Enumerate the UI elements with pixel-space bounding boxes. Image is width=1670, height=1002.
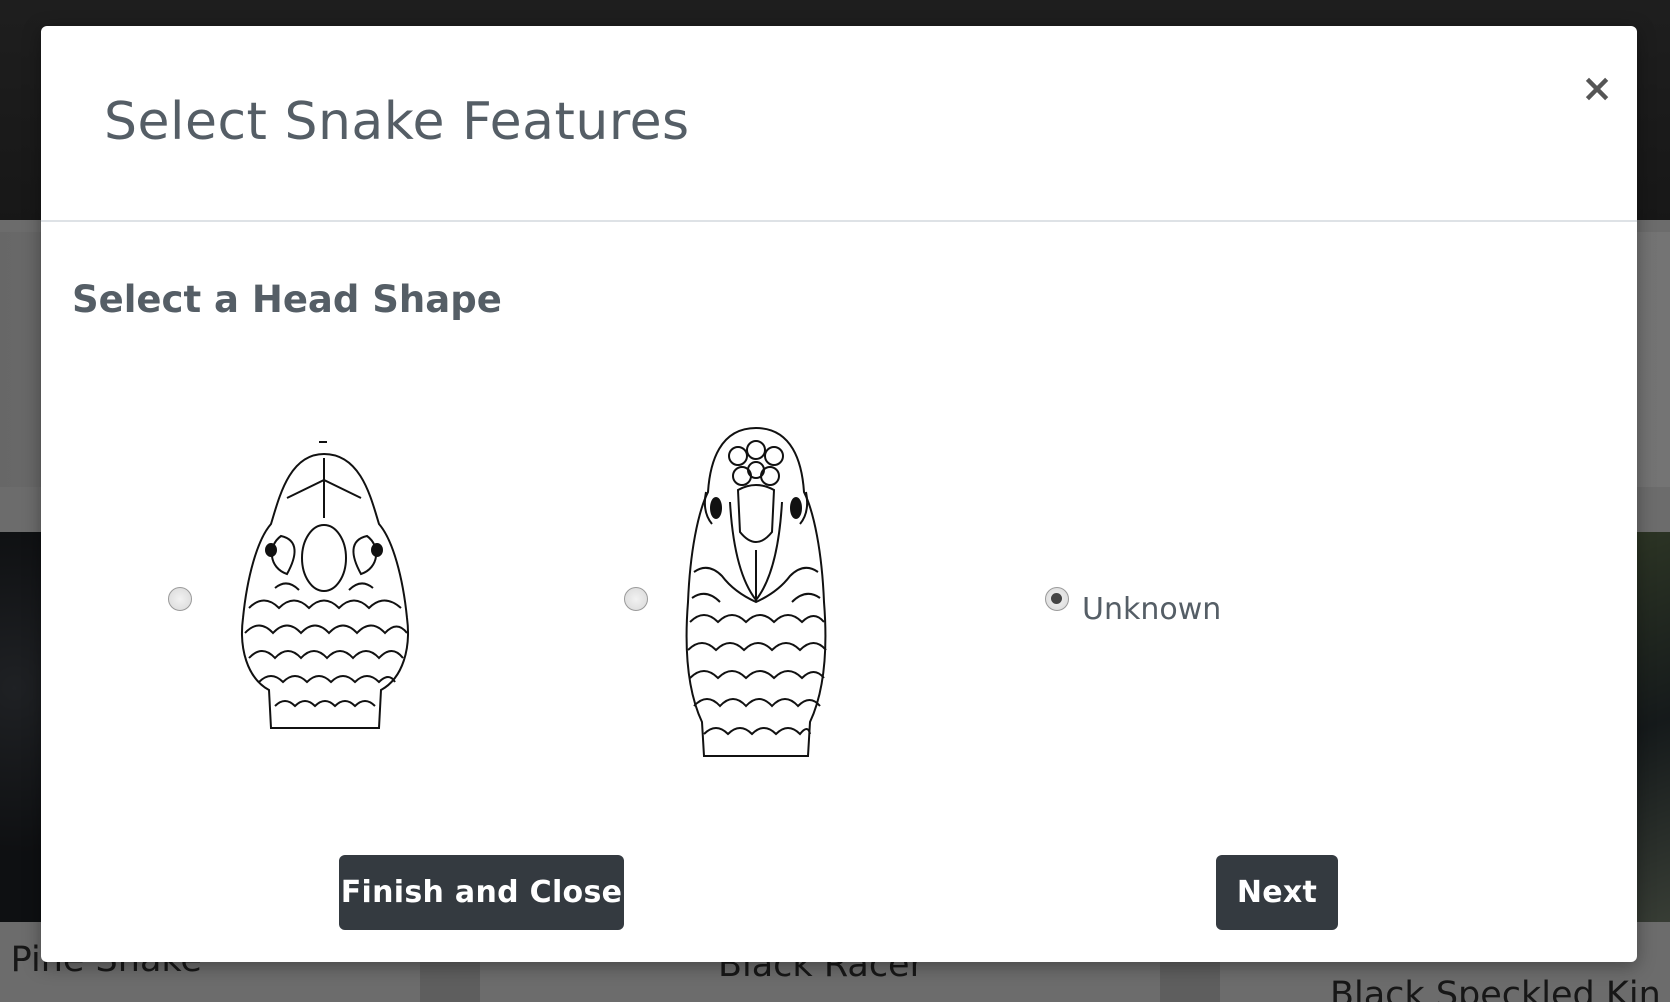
head-shape-radio-narrow[interactable] xyxy=(624,587,648,611)
finish-and-close-button[interactable]: Finish and Close xyxy=(339,855,624,930)
next-button[interactable]: Next xyxy=(1216,855,1338,930)
snake-head-narrow-icon[interactable] xyxy=(676,422,836,760)
modal-title: Select Snake Features xyxy=(104,92,690,152)
snake-features-modal: Select Snake Features × Select a Head Sh… xyxy=(41,26,1637,962)
unknown-option-label[interactable]: Unknown xyxy=(1082,592,1221,627)
head-shape-radio-unknown[interactable] xyxy=(1045,587,1069,611)
close-icon[interactable]: × xyxy=(1575,66,1619,110)
snake-head-broad-icon[interactable] xyxy=(229,428,419,733)
modal-header: Select Snake Features × xyxy=(41,26,1637,222)
section-title: Select a Head Shape xyxy=(72,278,502,321)
head-shape-radio-broad[interactable] xyxy=(168,587,192,611)
